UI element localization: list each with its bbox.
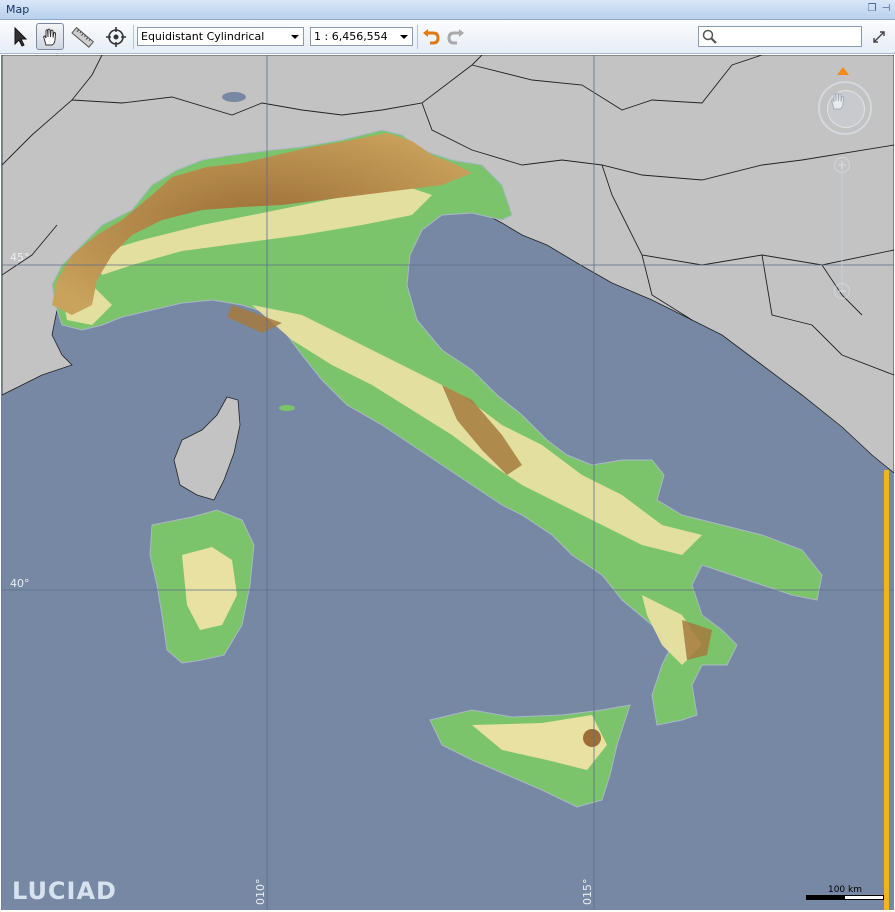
elba bbox=[279, 405, 295, 411]
grid-label-lon-10: 010° bbox=[254, 878, 267, 906]
projection-value: Equidistant Cylindrical bbox=[141, 30, 265, 43]
expand-icon bbox=[873, 30, 885, 43]
map-canvas[interactable] bbox=[2, 55, 894, 910]
zoom-out-icon[interactable]: − bbox=[834, 283, 850, 299]
corsica bbox=[173, 396, 241, 501]
chevron-down-icon bbox=[291, 35, 299, 39]
chevron-down-icon bbox=[400, 35, 408, 39]
redo-button[interactable] bbox=[445, 23, 467, 50]
undo-button[interactable] bbox=[420, 23, 442, 50]
pan-navigation-control[interactable] bbox=[818, 81, 872, 135]
scale-bar-graphic bbox=[806, 895, 884, 900]
restore-icon[interactable]: ❐ bbox=[866, 3, 878, 15]
grid-label-lat-40: 40° bbox=[10, 577, 30, 590]
search-input[interactable] bbox=[721, 28, 861, 46]
redo-icon bbox=[447, 28, 464, 44]
select-tool-button[interactable] bbox=[6, 23, 34, 50]
grid-label-lat-45: 45° bbox=[10, 251, 30, 264]
map-toolbar: Equidistant Cylindrical 1 : 6,456,554 bbox=[0, 20, 895, 54]
toolbar-separator bbox=[133, 25, 134, 49]
scale-value: 1 : 6,456,554 bbox=[314, 30, 388, 43]
arrow-cursor-icon bbox=[14, 26, 28, 47]
toolbar-separator bbox=[417, 25, 418, 49]
grid-label-lon-15: 015° bbox=[581, 878, 594, 906]
map-view[interactable]: 45° 40° 010° 015° + − LUCIAD 100 km bbox=[1, 55, 894, 910]
crosshair-icon bbox=[106, 26, 126, 47]
scale-bar-label: 100 km bbox=[827, 885, 863, 895]
ruler-icon bbox=[71, 26, 95, 48]
scale-select[interactable]: 1 : 6,456,554 bbox=[310, 27, 413, 46]
zoom-in-icon[interactable]: + bbox=[834, 157, 850, 173]
lake-geneva bbox=[222, 92, 246, 102]
search-field[interactable] bbox=[698, 26, 862, 47]
etna bbox=[583, 729, 601, 747]
undo-icon bbox=[423, 28, 440, 44]
recenter-tool-button[interactable] bbox=[102, 23, 130, 50]
fullscreen-button[interactable] bbox=[868, 23, 890, 50]
measure-tool-button[interactable] bbox=[69, 23, 97, 50]
projection-select[interactable]: Equidistant Cylindrical bbox=[137, 27, 304, 46]
pin-icon[interactable]: ⊣ bbox=[880, 3, 892, 15]
window-title: Map bbox=[6, 3, 30, 16]
zoom-slider[interactable] bbox=[841, 165, 843, 293]
hand-icon[interactable] bbox=[827, 90, 865, 128]
luciad-logo: LUCIAD bbox=[12, 877, 117, 905]
pan-tool-button[interactable] bbox=[36, 23, 64, 50]
scale-bar: 100 km bbox=[806, 885, 884, 900]
north-arrow-icon[interactable] bbox=[837, 67, 849, 75]
hand-icon bbox=[43, 28, 57, 45]
window-titlebar: Map ❐ ⊣ bbox=[0, 0, 895, 20]
edge-highlight bbox=[884, 470, 889, 910]
search-icon bbox=[702, 29, 717, 44]
